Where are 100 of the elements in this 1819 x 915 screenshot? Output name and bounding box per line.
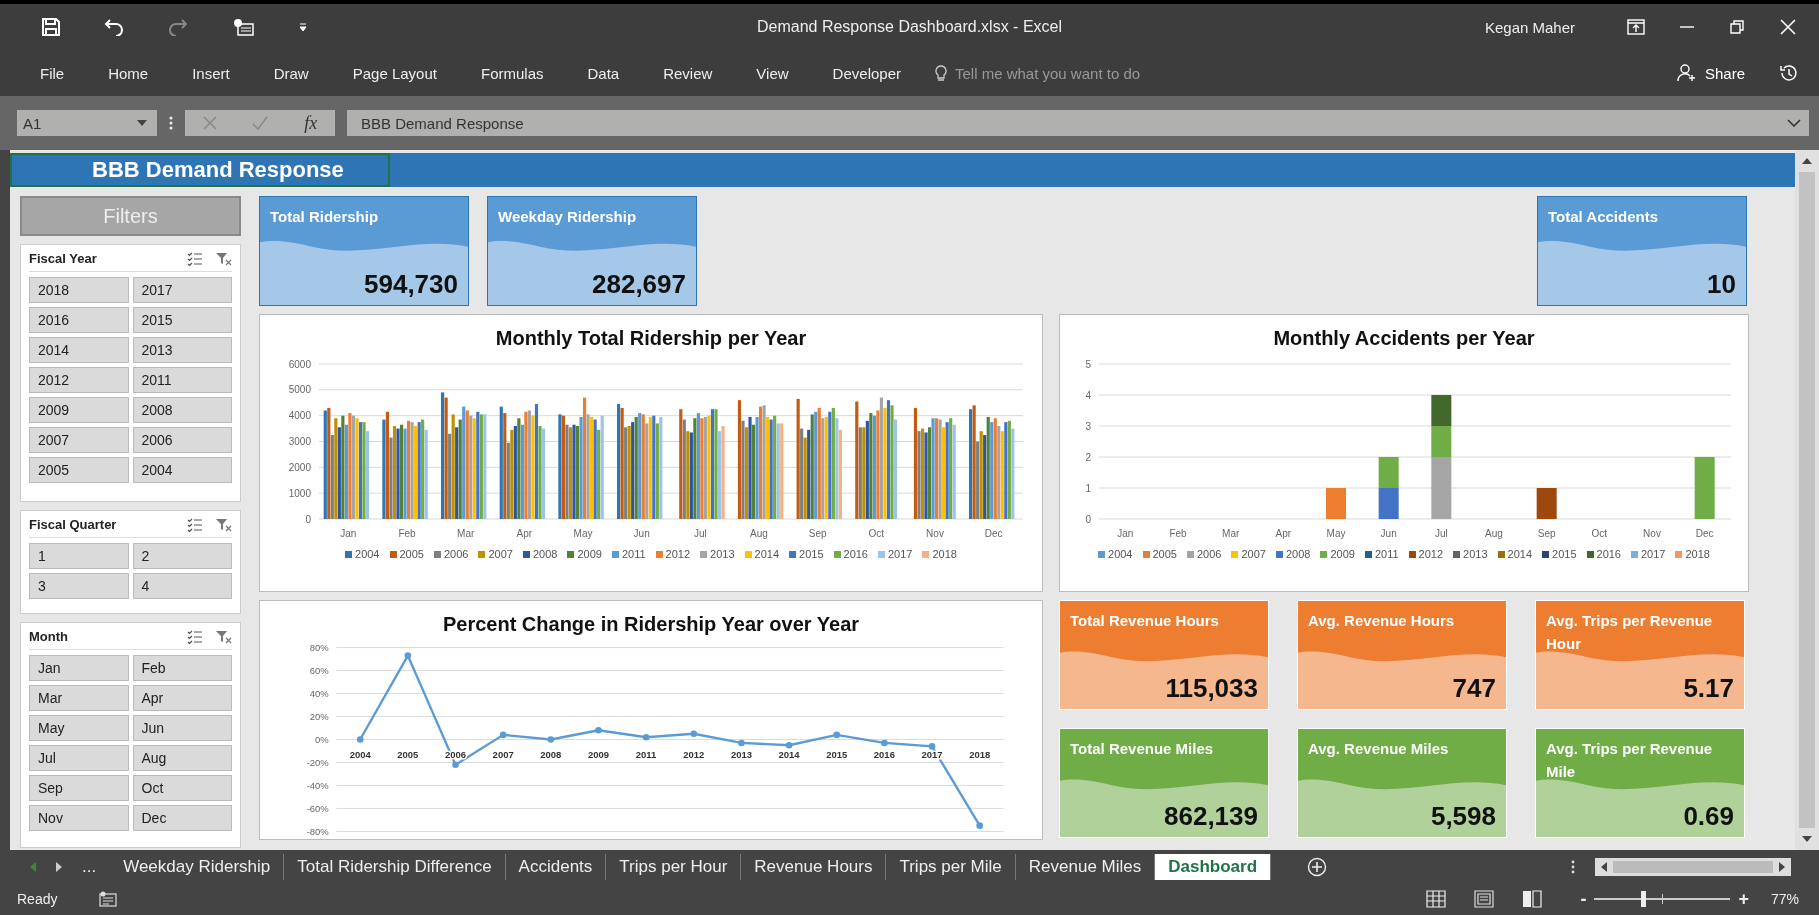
axis-label: Feb — [398, 528, 416, 539]
formula-field[interactable]: BBB Demand Response — [347, 110, 1809, 136]
user-name[interactable]: Kegan Maher — [1484, 18, 1575, 36]
slicer-item[interactable]: 2017 — [132, 277, 232, 303]
slicer-item[interactable]: May — [29, 715, 129, 741]
sheet-tab[interactable]: Accidents — [505, 853, 607, 880]
axis-label: 1 — [1085, 482, 1091, 494]
sheet-tab[interactable]: Trips per Hour — [606, 853, 742, 880]
chart-title: Percent Change in Ridership Year over Year — [442, 613, 860, 636]
ribbon-tab[interactable]: Insert — [192, 60, 230, 86]
slicer-item[interactable]: 2014 — [29, 337, 129, 363]
slicer-item[interactable]: 2009 — [29, 397, 129, 423]
slicer-item[interactable]: 2006 — [132, 427, 232, 453]
slicer-item[interactable]: 3 — [29, 573, 129, 599]
axis-label: 2000 — [288, 461, 311, 473]
slicer-item[interactable]: Mar — [29, 685, 129, 711]
kpi-value: 115,033 — [1164, 673, 1258, 703]
sheet-tab[interactable]: Dashboard — [1155, 853, 1272, 880]
slicer-item[interactable]: 2016 — [29, 307, 129, 333]
slicer-item[interactable]: Jun — [132, 715, 232, 741]
ribbon-tab[interactable]: Formulas — [480, 60, 544, 86]
axis-label: Aug — [1485, 528, 1503, 539]
slicer-item[interactable]: 2012 — [29, 367, 129, 393]
zoom-out-button[interactable]: - — [1580, 888, 1587, 910]
axis-label: 2007 — [492, 749, 514, 761]
slicer-item[interactable]: 2 — [132, 543, 232, 569]
slicer-item[interactable]: 2018 — [29, 277, 129, 303]
slicer-item[interactable]: Dec — [132, 805, 232, 831]
slicer-item[interactable]: Jul — [29, 745, 129, 771]
axis-label: Nov — [926, 528, 944, 539]
slicer-item[interactable]: 2007 — [29, 427, 129, 453]
slicer-item[interactable]: 4 — [132, 573, 232, 599]
legend-label: 2017 — [1641, 548, 1666, 560]
slicer-item[interactable]: Oct — [132, 775, 232, 801]
tell-me-field[interactable]: Tell me what you want to do — [935, 63, 1207, 83]
zoom-level[interactable]: 77% — [1770, 891, 1799, 907]
ribbon-tab[interactable]: Home — [108, 60, 149, 86]
ribbon-tab[interactable]: Draw — [273, 60, 309, 86]
legend-label: 2009 — [1330, 548, 1355, 560]
slicer-item[interactable]: 2015 — [132, 307, 232, 333]
axis-label: Jan — [340, 528, 357, 539]
axis-label: Jun — [633, 528, 650, 539]
axis-label: Dec — [984, 528, 1003, 539]
slicer-item[interactable]: 2011 — [132, 367, 232, 393]
legend-label: 2015 — [799, 548, 824, 560]
axis-label: 2015 — [826, 749, 848, 761]
legend-label: 2018 — [932, 548, 957, 560]
axis-label: Apr — [1275, 528, 1292, 539]
slicer-item[interactable]: Apr — [132, 685, 232, 711]
slicer-item[interactable]: Sep — [29, 775, 129, 801]
window-title: Demand Response Dashboard.xlsx - Excel — [757, 18, 1062, 36]
axis-label: 2018 — [969, 749, 991, 761]
axis-label: -40% — [306, 779, 329, 791]
name-box[interactable]: A1 — [17, 110, 157, 136]
more-sheets-button[interactable]: ... — [82, 856, 97, 877]
slicer-item[interactable]: Feb — [132, 655, 232, 681]
sheet-tab[interactable]: Weekday Ridership — [110, 853, 285, 880]
axis-label: -60% — [306, 802, 329, 814]
kpi-title: Avg. Revenue Miles — [1308, 739, 1450, 759]
ribbon-tab[interactable]: Data — [587, 60, 620, 86]
kpi-value: 862,139 — [1163, 801, 1258, 831]
sheet-tab[interactable]: Total Ridership Difference — [284, 853, 506, 880]
kpi-value: 5.17 — [1682, 673, 1734, 703]
legend-label: 2013 — [710, 548, 735, 560]
ribbon-tab[interactable]: Page Layout — [352, 60, 437, 86]
slicer-item[interactable]: Aug — [132, 745, 232, 771]
sheet-tab[interactable]: Revenue Hours — [741, 853, 887, 880]
axis-label: Nov — [1643, 528, 1661, 539]
legend-label: 2018 — [1685, 548, 1710, 560]
slicer-item[interactable]: 1 — [29, 543, 129, 569]
axis-label: Oct — [1591, 528, 1608, 539]
legend-label: 2015 — [1552, 548, 1577, 560]
axis-label: 2011 — [635, 749, 657, 761]
ribbon-tab[interactable]: View — [756, 60, 789, 86]
axis-label: Mar — [457, 528, 475, 539]
share-button[interactable]: Share — [1670, 63, 1751, 83]
legend-label: 2008 — [532, 548, 558, 560]
axis-label: 4 — [1085, 389, 1091, 401]
slicer-item[interactable]: 2013 — [132, 337, 232, 363]
ribbon-tab[interactable]: File — [40, 60, 65, 86]
kpi-title: Total Ridership — [270, 207, 380, 227]
ribbon-tab[interactable]: Developer — [832, 60, 901, 86]
slicer-item[interactable]: Nov — [29, 805, 129, 831]
axis-label: Jan — [1117, 528, 1134, 539]
slicer-item[interactable]: 2008 — [132, 397, 232, 423]
slicer-item[interactable]: 2004 — [132, 457, 232, 483]
slicer-item[interactable]: 2005 — [29, 457, 129, 483]
axis-label: -80% — [306, 825, 329, 837]
legend-label: 2011 — [1374, 548, 1399, 560]
axis-label: 3 — [1085, 420, 1091, 432]
legend-label: 2006 — [444, 548, 469, 560]
axis-label: May — [573, 528, 593, 539]
sheet-tab[interactable]: Trips per Mile — [886, 853, 1016, 880]
selected-cell[interactable]: BBB Demand Response — [10, 153, 390, 187]
zoom-in-button[interactable]: + — [1738, 888, 1749, 910]
axis-label: 6000 — [288, 358, 311, 370]
axis-label: 20% — [309, 710, 329, 722]
ribbon-tab[interactable]: Review — [663, 60, 713, 86]
insert-function-button[interactable]: fx — [304, 112, 318, 134]
slicer-item[interactable]: Jan — [29, 655, 129, 681]
